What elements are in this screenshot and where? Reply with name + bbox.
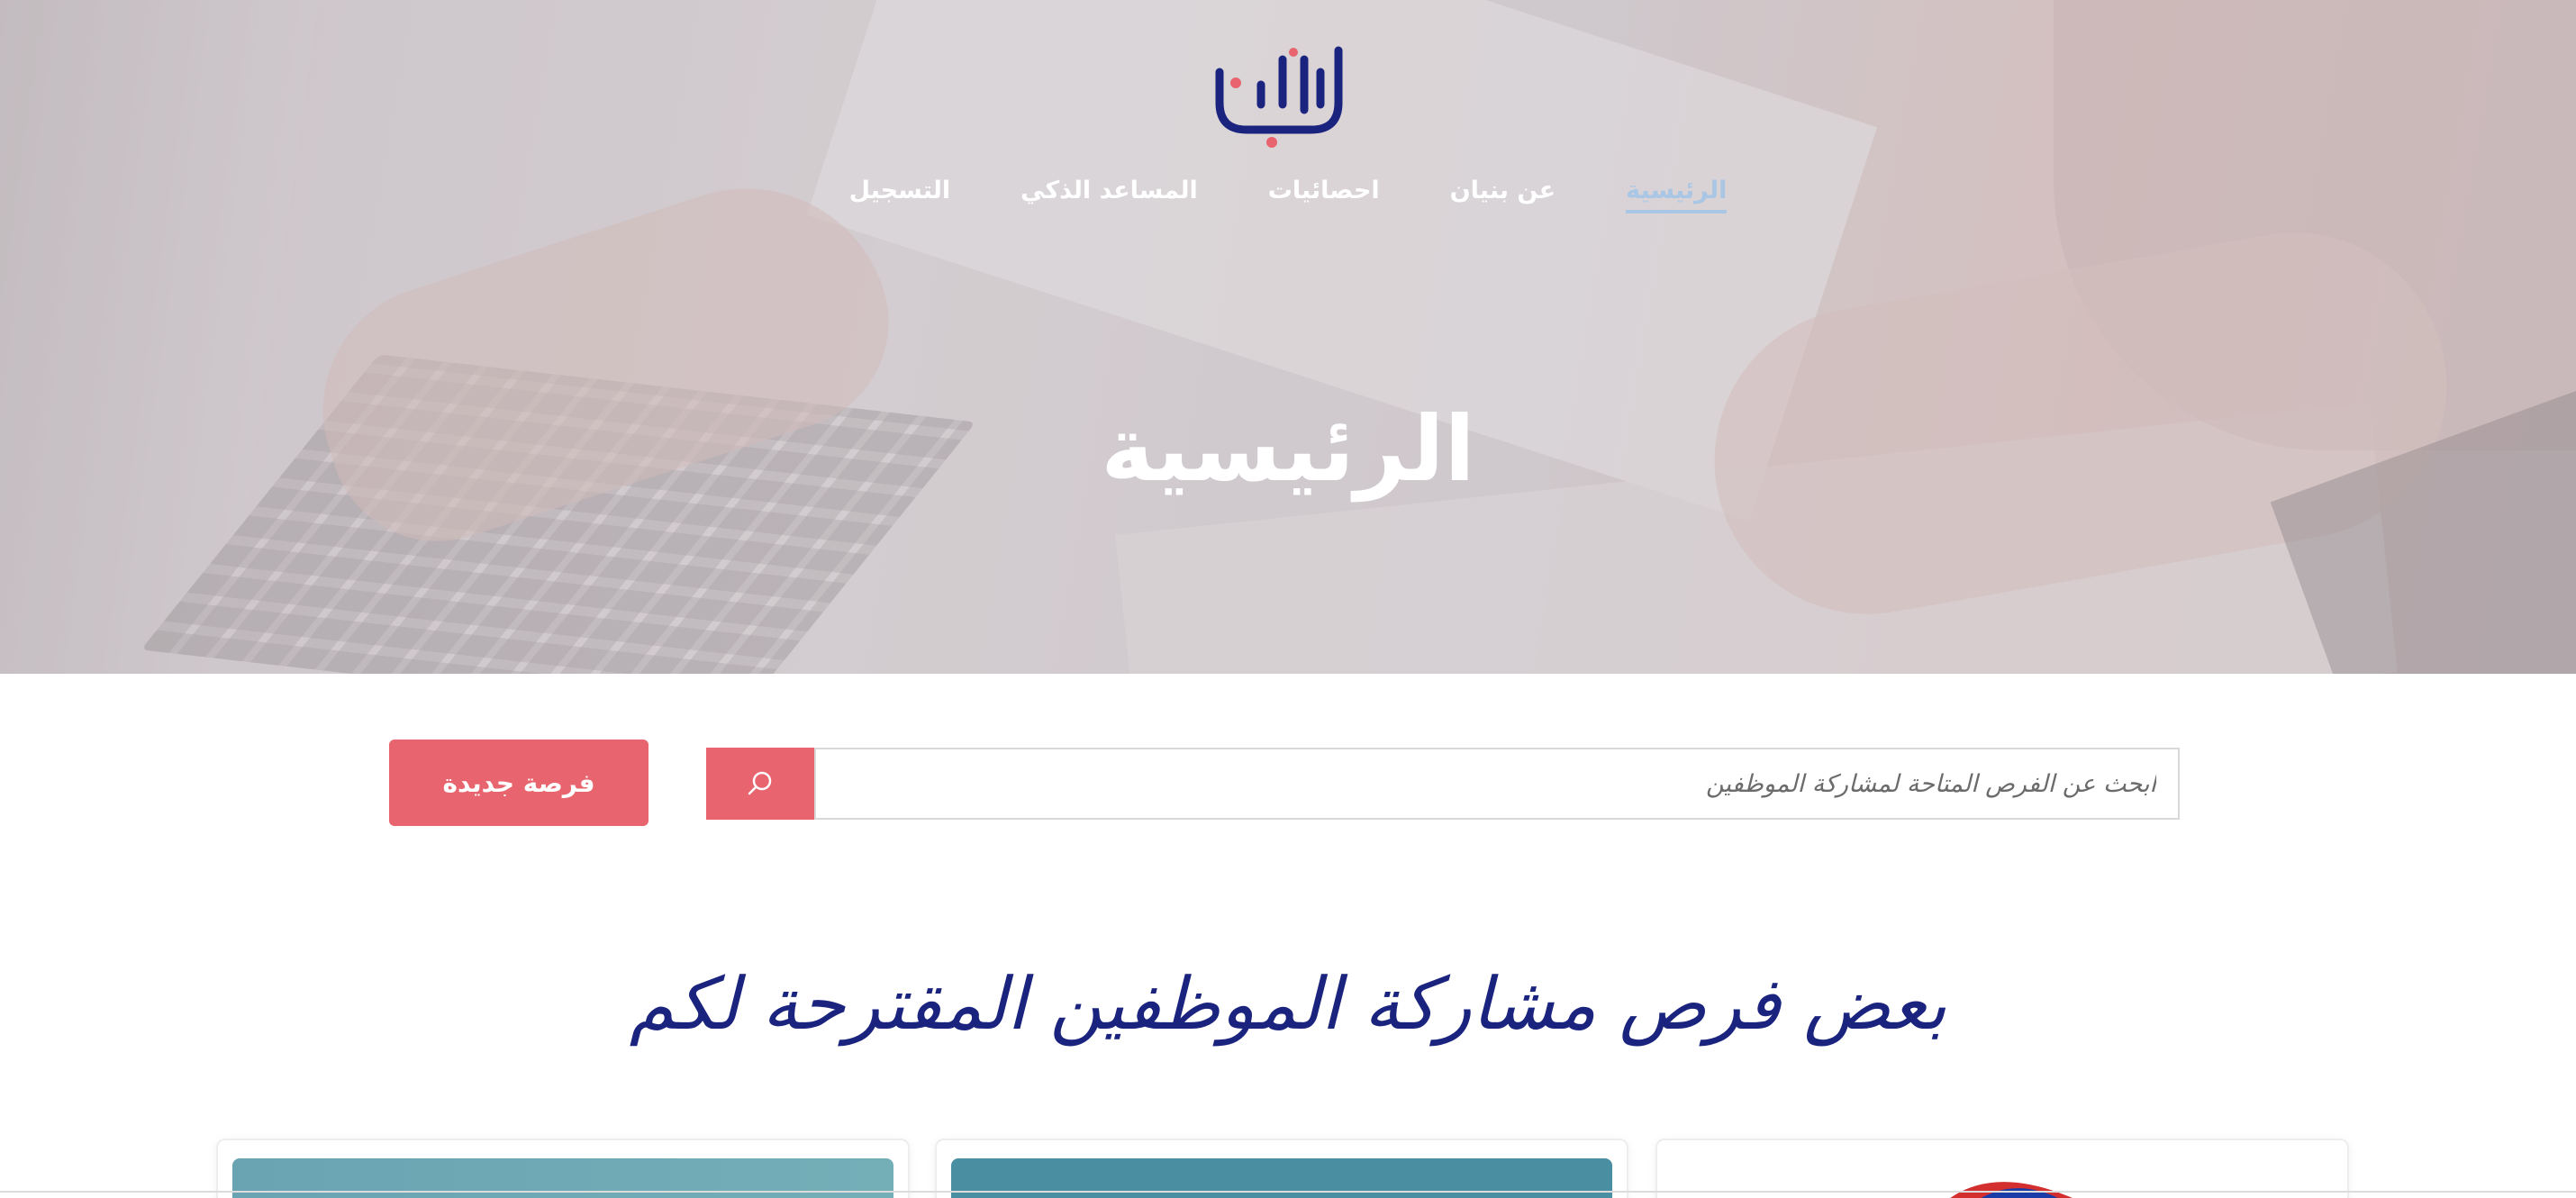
hero-banner: الرئيسية عن بنيان احصائيات المساعد الذكي… xyxy=(0,0,2576,674)
opportunity-card[interactable] xyxy=(1655,1139,2349,1198)
search-bar: فرصة جديدة xyxy=(0,739,2576,829)
opportunity-card[interactable] xyxy=(935,1139,1628,1198)
nav-item-home[interactable]: الرئيسية xyxy=(1626,177,1728,213)
section-title: بعض فرص مشاركة الموظفين المقترحة لكم xyxy=(629,962,1947,1046)
new-opportunity-button[interactable]: فرصة جديدة xyxy=(389,740,649,826)
bonyan-logo-icon xyxy=(1215,46,1343,148)
search-icon xyxy=(748,771,772,795)
organization-logo-icon xyxy=(1950,1182,2073,1198)
opportunity-card[interactable] xyxy=(216,1139,910,1198)
main-navigation: الرئيسية عن بنيان احصائيات المساعد الذكي… xyxy=(0,177,2576,213)
nav-item-register[interactable]: التسجيل xyxy=(849,177,950,213)
nav-item-statistics[interactable]: احصائيات xyxy=(1268,177,1380,213)
opportunity-cards xyxy=(0,1139,2576,1198)
search-input[interactable] xyxy=(814,748,2180,820)
divider xyxy=(0,1191,2576,1193)
site-logo[interactable] xyxy=(1207,32,1351,150)
nav-item-about[interactable]: عن بنيان xyxy=(1450,177,1556,213)
page-title: الرئيسية xyxy=(1101,396,1475,502)
search-button[interactable] xyxy=(706,748,814,820)
nav-item-smart-assistant[interactable]: المساعد الذكي xyxy=(1020,177,1198,213)
